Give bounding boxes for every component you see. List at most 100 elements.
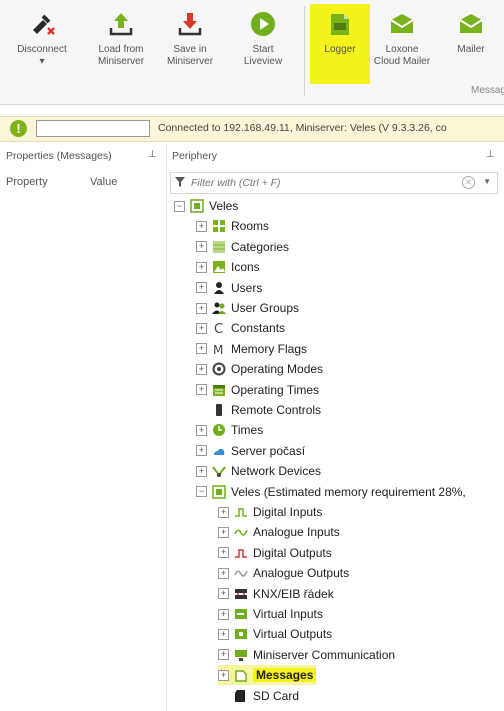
tree-item[interactable]: + Users (196, 278, 262, 298)
tree-item[interactable]: + Virtual Inputs (218, 604, 323, 624)
network-icon (212, 464, 226, 478)
tree-item[interactable]: + Server počasí (196, 441, 305, 461)
tree-item[interactable]: + Messages (218, 665, 317, 686)
tree-item-label: SD Card (253, 688, 300, 703)
analogue-outputs-icon (234, 566, 248, 580)
clear-filter-icon[interactable]: ✕ (462, 176, 475, 189)
expand-icon[interactable]: + (218, 567, 229, 579)
logger-icon (331, 14, 349, 35)
tree-item-label: Categories (231, 239, 290, 254)
tree-item[interactable]: + Analogue Outputs (218, 563, 349, 583)
tree-item-label: Analogue Outputs (253, 566, 350, 581)
column-header-value[interactable]: Value (90, 176, 117, 188)
tree-item-label: User Groups (231, 301, 300, 315)
expand-icon[interactable]: + (196, 445, 207, 457)
disconnect-button[interactable]: Disconnect ▾ (0, 4, 84, 84)
expand-icon[interactable]: + (196, 241, 207, 253)
tree-item[interactable]: + KNX/EIB řádek (218, 584, 334, 604)
column-header-property[interactable]: Property (6, 176, 48, 188)
expand-icon[interactable]: + (218, 628, 229, 640)
expand-icon[interactable]: + (218, 588, 229, 600)
tree-item-label: Messages (253, 668, 317, 683)
tree-item[interactable]: + C Constants (196, 318, 285, 338)
tree-item-label: Remote Controls (231, 403, 322, 417)
expand-icon[interactable]: + (218, 526, 229, 538)
filter-box: ✕ ▼ (170, 172, 498, 194)
tree-item[interactable]: + Digital Inputs (218, 502, 322, 522)
tree-item[interactable]: + Operating Times (196, 380, 319, 400)
tree-item-label: Operating Times (231, 382, 320, 397)
tree-item-label: Veles (Estimated memory requirement 28%, (231, 484, 466, 499)
categories-icon (212, 240, 226, 254)
tree-item[interactable]: + Analogue Inputs (218, 522, 340, 542)
tree-item-label: Constants (231, 321, 286, 336)
expand-icon[interactable]: + (218, 547, 229, 559)
expand-icon[interactable]: + (218, 506, 229, 518)
analogue-inputs-icon (234, 525, 248, 539)
expand-icon[interactable]: + (196, 282, 207, 294)
tree-item-label: Users (231, 280, 263, 295)
calendar-icon (212, 383, 226, 397)
cloud-mailer-button[interactable]: Loxone Cloud Mailer (370, 4, 434, 84)
cloud-mail-icon (390, 14, 414, 33)
periphery-panel-title: Periphery (172, 150, 217, 162)
expand-icon[interactable]: + (218, 608, 229, 620)
expand-icon[interactable]: + (196, 302, 207, 314)
expand-icon[interactable]: + (218, 649, 229, 661)
tree-item[interactable]: − Veles (174, 196, 238, 216)
tree-item[interactable]: + Categories (196, 237, 289, 257)
start-liveview-button[interactable]: Start Liveview (232, 4, 294, 84)
status-input[interactable] (36, 120, 150, 137)
tree-item[interactable]: + Miniserver Communication (218, 645, 395, 665)
status-bar: ! Connected to 192.168.49.11, Miniserver… (0, 116, 504, 142)
panel-divider[interactable] (166, 144, 167, 711)
tree-item[interactable]: + Operating Modes (196, 359, 323, 379)
tree-item[interactable]: + Times (196, 420, 263, 440)
expand-icon[interactable]: + (196, 261, 207, 273)
svg-text:M: M (213, 343, 223, 356)
logger-button[interactable]: Logger (310, 4, 370, 84)
expand-icon[interactable]: + (196, 465, 207, 477)
chevron-down-icon[interactable]: ▼ (483, 177, 491, 186)
expand-icon[interactable]: + (196, 322, 207, 334)
expand-icon[interactable]: + (196, 220, 207, 232)
tree-item-label: Rooms (231, 219, 270, 234)
user-groups-icon (212, 301, 226, 315)
load-from-miniserver-button[interactable]: Load from Miniserver (88, 4, 154, 84)
knx-icon (234, 587, 248, 601)
tree-item[interactable]: + Rooms (196, 216, 269, 236)
upload-icon (109, 13, 133, 36)
properties-pin-icon[interactable]: ⊥ (148, 149, 157, 160)
virtual-outputs-icon (234, 627, 248, 641)
tree-item[interactable]: + Network Devices (196, 461, 321, 481)
expand-icon[interactable]: + (196, 363, 207, 375)
tree-item[interactable]: Remote Controls (196, 400, 321, 420)
tree-item[interactable]: + Icons (196, 257, 260, 277)
remote-icon (212, 403, 226, 417)
expand-icon[interactable]: + (196, 424, 207, 436)
collapse-icon[interactable]: − (196, 486, 207, 498)
digital-inputs-icon (234, 505, 248, 519)
tree-item[interactable]: + M Memory Flags (196, 339, 307, 359)
mailer-button[interactable]: Mailer (442, 4, 500, 84)
tree-item[interactable]: SD Card (218, 686, 299, 706)
tree-item[interactable]: + Digital Outputs (218, 543, 332, 563)
tree-item-label: Server počasí (231, 443, 306, 458)
periphery-pin-icon[interactable]: ⊥ (486, 149, 495, 160)
rooms-icon (212, 219, 226, 233)
tree-item[interactable]: + Virtual Outputs (218, 624, 332, 644)
download-icon (178, 13, 202, 36)
tree-item-label: Virtual Inputs (253, 607, 323, 621)
expand-icon[interactable]: + (218, 669, 229, 681)
disconnect-icon (33, 14, 55, 35)
messages-icon (234, 668, 248, 682)
expand-icon[interactable]: + (196, 343, 207, 355)
weather-icon (212, 444, 226, 458)
expand-icon[interactable]: + (196, 384, 207, 396)
tree-item[interactable]: − Veles (Estimated memory requirement 28%… (196, 482, 466, 502)
filter-input[interactable] (189, 174, 453, 192)
collapse-icon[interactable]: − (174, 200, 185, 212)
save-in-miniserver-label: Save in Miniserver (166, 44, 214, 67)
save-in-miniserver-button[interactable]: Save in Miniserver (158, 4, 222, 84)
tree-item[interactable]: + User Groups (196, 298, 299, 318)
